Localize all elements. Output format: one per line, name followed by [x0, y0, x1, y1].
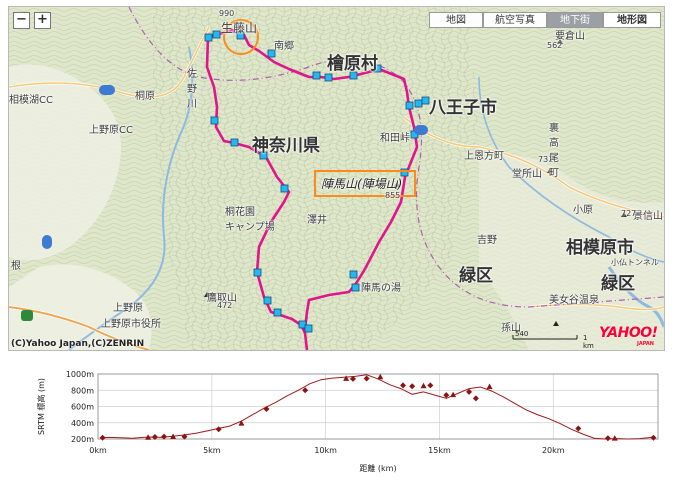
y-tick-label: 600m [71, 403, 94, 412]
marker-triangle[interactable] [420, 382, 427, 389]
map-type-button-map[interactable]: 地図 [429, 12, 483, 28]
y-tick-label: 1000m [66, 370, 94, 379]
place-label: 裏高尾町 [549, 123, 559, 179]
map-panel[interactable]: − + 地図 航空写真 地下街 地形図 990 生藤山 南郷 檜原村 神奈川県 … [8, 6, 665, 351]
map-type-button-terrain[interactable]: 地形図 [603, 12, 661, 28]
place-label: 上野原 [113, 303, 143, 314]
x-tick-label: 20km [542, 446, 565, 455]
map-type-button-underground[interactable]: 地下街 [547, 12, 603, 28]
yahoo-logo[interactable]: YAHOO! [599, 325, 658, 341]
place-label: 緑区 [601, 274, 635, 294]
y-axis-ticks: 1000m 800m 600m 400m 200m [66, 370, 94, 444]
chart-grid [97, 373, 659, 440]
elev-label: 727 [621, 209, 637, 218]
place-label: 八王子市 [429, 98, 497, 118]
place-label: 陣馬の湯 [361, 283, 401, 294]
place-label: 上野原CC [89, 125, 133, 136]
place-label: 上野原市役所 [101, 319, 161, 330]
x-axis-ticks: 0km 5km 10km 15km 20km [89, 446, 565, 455]
x-tick-label: 0km [89, 446, 107, 455]
scale-label: 540 [515, 330, 529, 338]
place-label: 緑区 [459, 266, 493, 286]
marker-diamond[interactable] [409, 383, 416, 390]
zoom-out-button[interactable]: − [13, 12, 30, 29]
elev-label: 472 [217, 301, 233, 310]
place-label: 吉野 [477, 235, 497, 246]
map-scale: 540 1 km [509, 328, 599, 350]
map-type-button-aerial[interactable]: 航空写真 [483, 12, 547, 28]
marker-triangle[interactable] [377, 373, 384, 380]
y-tick-label: 800m [71, 386, 94, 395]
place-label: 堂所山 [512, 169, 542, 180]
place-label: 小原 [573, 205, 593, 216]
place-label: 相模原市 [566, 238, 634, 258]
marker-diamond[interactable] [427, 382, 434, 389]
place-label[interactable]: 生藤山 [221, 19, 257, 36]
place-label: 檜原村 [327, 54, 378, 74]
place-label: 美女谷温泉 [549, 295, 599, 306]
place-label: 神奈川県 [252, 136, 320, 156]
scale-km-label: 1 km [583, 334, 594, 350]
place-label: 佐野川 [187, 69, 197, 110]
place-label: 和田峠 [380, 133, 410, 144]
marker-diamond[interactable] [99, 434, 106, 441]
marker-diamond[interactable] [604, 435, 611, 442]
place-label: 相模湖CC [9, 95, 53, 106]
waypoint-elevation-markers [99, 373, 657, 442]
x-tick-label: 10km [314, 446, 337, 455]
place-label: 上恩方町 [464, 151, 504, 162]
elev-label: 855 [385, 191, 401, 200]
marker-diamond[interactable] [472, 395, 479, 402]
elevation-profile: 1000m 800m 600m 400m 200m 0km 5km 10km 15km 20km… [0, 358, 673, 482]
marker-triangle[interactable] [343, 375, 350, 381]
x-tick-label: 15km [428, 446, 451, 455]
place-label: 要倉山 [555, 31, 585, 42]
marker-diamond[interactable] [650, 434, 657, 441]
zoom-in-button[interactable]: + [34, 12, 51, 29]
y-axis-title: SRTM 標高 (m) [36, 378, 46, 435]
place-label: 小仏トンネル [611, 258, 659, 267]
marker-triangle[interactable] [486, 383, 493, 390]
y-tick-label: 400m [71, 419, 94, 428]
yahoo-logo-sub: JAPAN [637, 341, 654, 347]
elevation-line [100, 374, 652, 440]
marker-diamond[interactable] [575, 425, 582, 432]
elev-label: 990 [219, 9, 235, 18]
y-tick-label: 200m [71, 435, 94, 444]
marker-diamond[interactable] [363, 375, 370, 382]
elevation-chart: 1000m 800m 600m 400m 200m 0km 5km 10km 15km 20km… [36, 370, 659, 473]
place-label: 桐花園 キャンプ場 [225, 207, 275, 233]
map-copyright: (C)Yahoo Japan,(C)ZENRIN [11, 339, 145, 349]
summit-label-jinba[interactable]: 陣馬山(陣場山) [321, 175, 402, 192]
place-label: 南郷 [274, 41, 294, 52]
place-label: 澤井 [307, 215, 327, 226]
x-axis-title: 距離 (km) [359, 463, 396, 473]
place-label: 景信山 [633, 211, 663, 222]
marker-diamond[interactable] [215, 426, 222, 433]
marker-triangle[interactable] [611, 435, 618, 441]
elev-label: 562 [547, 41, 563, 50]
place-label: 根 [11, 261, 21, 272]
marker-diamond[interactable] [400, 382, 407, 389]
x-tick-label: 5km [203, 446, 221, 455]
place-label: 桐原 [135, 91, 155, 102]
